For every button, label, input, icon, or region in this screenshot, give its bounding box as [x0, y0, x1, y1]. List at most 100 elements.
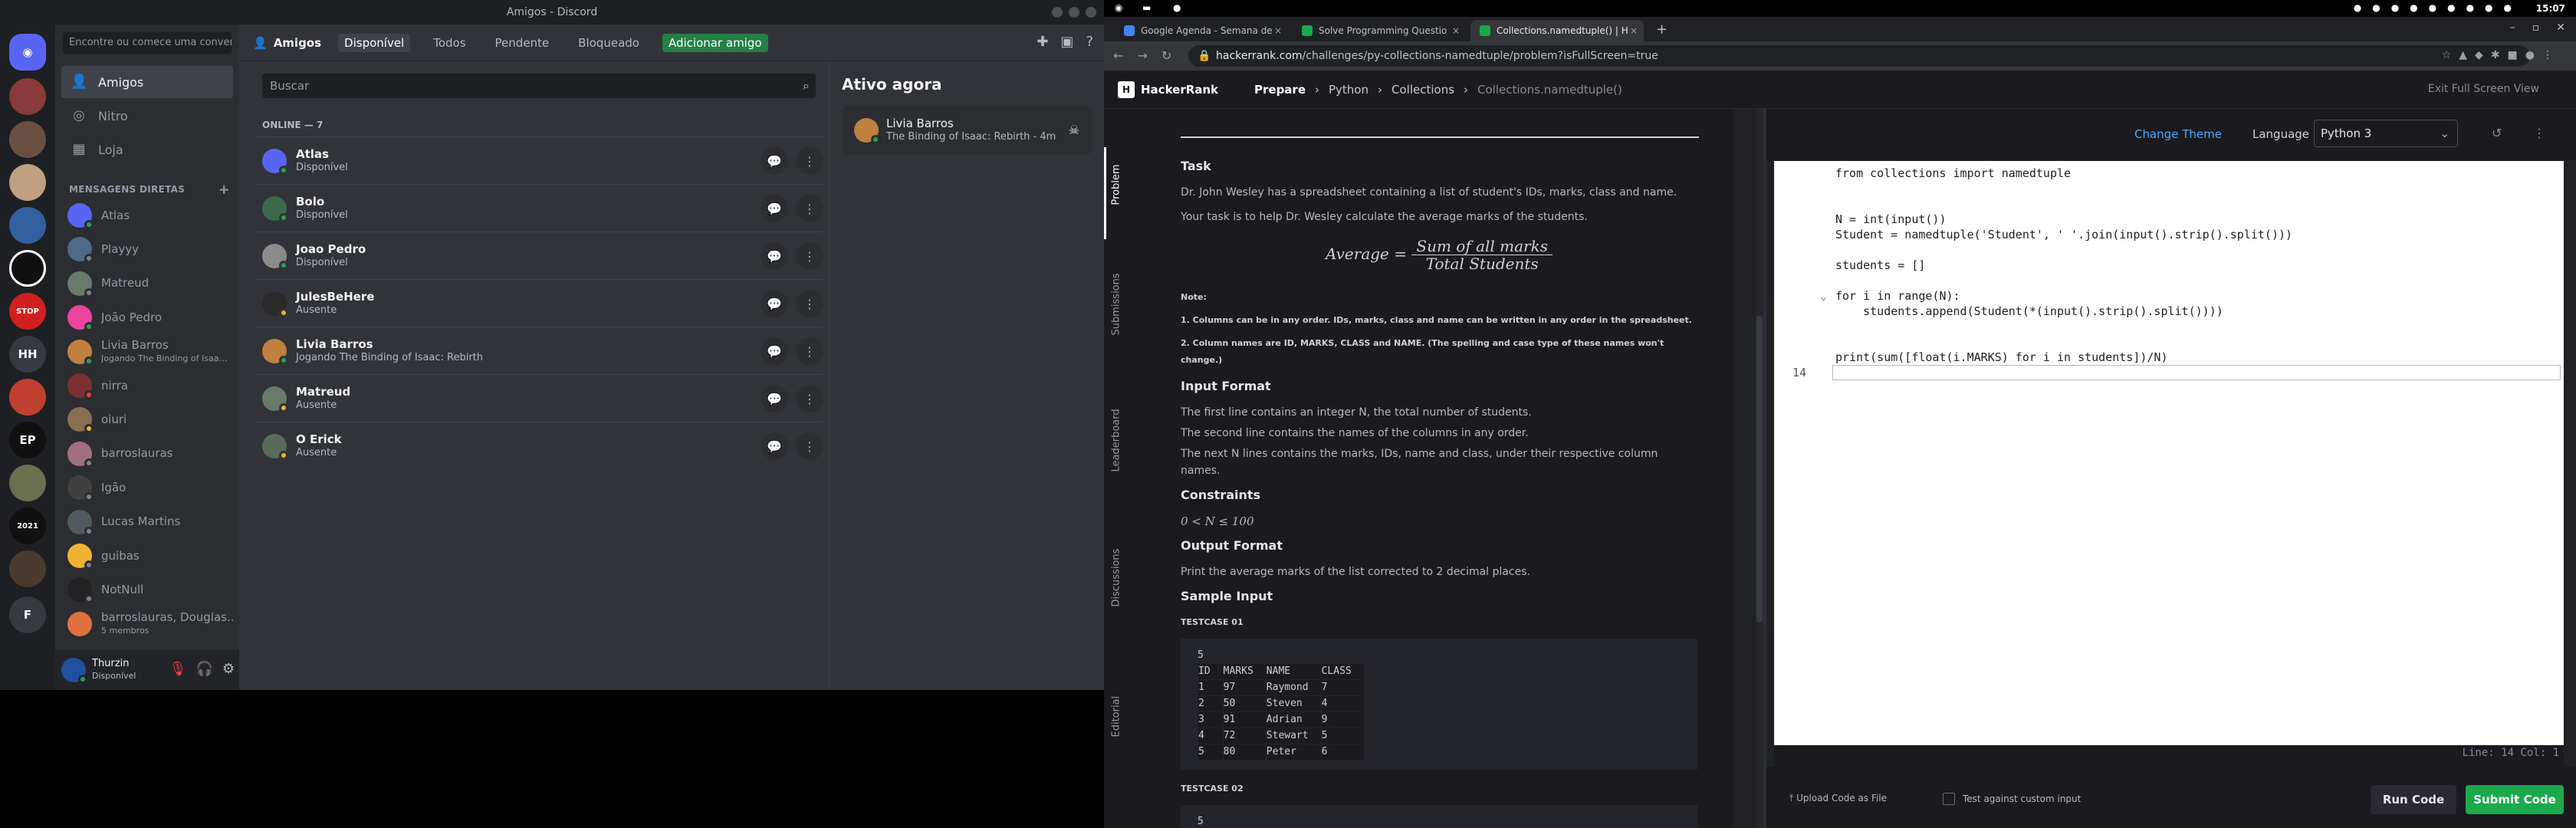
dm-item[interactable]: Matreud — [61, 268, 233, 300]
tab-problem[interactable]: Problem — [1111, 164, 1122, 205]
server-icon[interactable] — [9, 207, 46, 244]
app-menu-icon[interactable]: ◉ — [1115, 2, 1122, 13]
nav-friends[interactable]: 👤 Amigos — [61, 66, 233, 98]
close-button[interactable] — [1086, 7, 1096, 18]
server-icon[interactable] — [9, 465, 46, 501]
dm-item[interactable]: barroslauras — [61, 438, 233, 470]
inbox-icon[interactable]: ▣ — [1060, 34, 1073, 50]
help-icon[interactable]: ? — [1086, 34, 1093, 50]
add-friend-button[interactable]: Adicionar amigo — [662, 33, 768, 52]
dm-item[interactable]: Playyy — [61, 233, 233, 265]
dm-item[interactable]: guibas — [61, 540, 233, 572]
headphones-icon[interactable]: 🎧 — [196, 661, 212, 677]
close-button[interactable]: ✕ — [2556, 21, 2565, 34]
minimize-button[interactable] — [1052, 7, 1063, 18]
friend-row[interactable]: JulesBeHere Ausente 💬 ⋮ — [255, 279, 823, 327]
dm-item[interactable]: Livia Barros Jogando The Binding of Isaac… — [61, 336, 233, 368]
discord-home-icon[interactable]: ◉ — [9, 34, 46, 71]
server-icon[interactable] — [9, 121, 46, 158]
server-icon[interactable]: STOP — [9, 293, 46, 330]
message-icon[interactable]: 💬 — [761, 195, 788, 222]
more-icon[interactable]: ⋮ — [796, 242, 823, 270]
history-icon[interactable]: ↺ — [2492, 126, 2502, 140]
more-icon[interactable]: ⋮ — [796, 432, 823, 460]
server-icon[interactable] — [9, 250, 46, 287]
plus-icon[interactable]: + — [219, 182, 230, 198]
maximize-button[interactable]: ▫ — [2532, 21, 2540, 34]
code-line[interactable] — [1832, 365, 2561, 380]
submit-code-button[interactable]: Submit Code — [2466, 785, 2564, 814]
server-icon[interactable] — [9, 379, 46, 416]
code-editor[interactable]: from collections import namedtuple N = in… — [1774, 161, 2564, 745]
server-icon[interactable] — [9, 550, 46, 587]
code-line[interactable]: for i in range(N): — [1835, 288, 1960, 304]
tab-online[interactable]: Disponível — [338, 33, 411, 52]
run-code-button[interactable]: Run Code — [2371, 785, 2456, 814]
browser-tab[interactable]: Google Agenda - Semana de × — [1115, 20, 1288, 41]
breadcrumb-prepare[interactable]: Prepare — [1254, 83, 1306, 97]
dm-item[interactable]: João Pedro — [61, 301, 233, 334]
code-line[interactable]: Student = namedtuple('Student', ' '.join… — [1835, 227, 2292, 242]
minimize-button[interactable]: – — [2510, 21, 2515, 34]
hackerrank-logo[interactable]: H HackerRank — [1118, 81, 1218, 98]
code-line[interactable]: from collections import namedtuple — [1835, 166, 2071, 181]
gear-icon[interactable]: ⚙ — [222, 661, 235, 677]
tab-blocked[interactable]: Bloqueado — [572, 34, 646, 52]
close-tab-icon[interactable]: × — [1274, 25, 1282, 36]
back-icon[interactable]: ← — [1113, 48, 1123, 63]
reload-icon[interactable]: ↻ — [1162, 48, 1171, 63]
nav-nitro[interactable]: ◎ Nitro — [61, 100, 233, 132]
close-tab-icon[interactable]: × — [1630, 25, 1638, 36]
more-icon[interactable]: ⋮ — [796, 195, 823, 222]
friend-row[interactable]: Matreud Ausente 💬 ⋮ — [255, 374, 823, 422]
extension-icons[interactable]: ☆▲◆✱■●⋮ — [2442, 49, 2561, 61]
server-icon[interactable]: EP — [9, 422, 46, 458]
mute-mic-icon[interactable]: 🎙 — [169, 661, 187, 677]
friend-search-input[interactable]: Buscar ⌕ — [262, 74, 816, 98]
friend-row[interactable]: Joao Pedro Disponível 💬 ⋮ — [255, 232, 823, 279]
browser-tab-active[interactable]: Collections.namedtuple() | H × — [1470, 20, 1644, 41]
message-icon[interactable]: 💬 — [761, 385, 788, 412]
breadcrumb-collections[interactable]: Collections — [1392, 83, 1454, 97]
browser-tab[interactable]: Solve Programming Questio × — [1293, 20, 1466, 41]
server-icon[interactable] — [9, 164, 46, 201]
new-group-dm-icon[interactable]: ✚ — [1037, 34, 1048, 50]
new-tab-button[interactable]: + — [1656, 21, 1668, 38]
dm-item[interactable]: Lucas Martins — [61, 506, 233, 538]
message-icon[interactable]: 💬 — [761, 242, 788, 270]
custom-input-checkbox[interactable]: Test against custom input — [1943, 793, 2081, 805]
fold-arrow-icon[interactable]: ⌄ — [1820, 288, 1827, 304]
dm-item[interactable]: Igão — [61, 472, 233, 504]
server-icon[interactable]: F — [9, 596, 46, 633]
checkbox-icon[interactable] — [1943, 793, 1955, 805]
more-icon[interactable]: ⋮ — [796, 290, 823, 317]
tab-leaderboard[interactable]: Leaderboard — [1111, 409, 1122, 472]
exit-fullscreen-link[interactable]: Exit Full Screen View — [2428, 83, 2539, 95]
upload-code-link[interactable]: ⤒ Upload Code as File — [1789, 793, 1887, 804]
code-line[interactable]: N = int(input()) — [1835, 212, 1947, 227]
conversation-search-input[interactable]: Encontre ou comece uma conver... — [63, 32, 232, 54]
more-icon[interactable]: ⋮ — [796, 385, 823, 412]
message-icon[interactable]: 💬 — [761, 432, 788, 460]
server-icon[interactable]: 2021 — [9, 508, 46, 544]
change-theme-link[interactable]: Change Theme — [2134, 127, 2222, 141]
friend-row[interactable]: Bolo Disponível 💬 ⋮ — [255, 184, 823, 232]
dm-item[interactable]: nirra — [61, 370, 233, 402]
nav-store[interactable]: ▦ Loja — [61, 133, 233, 166]
avatar[interactable] — [61, 658, 87, 684]
more-icon[interactable]: ⋮ — [796, 147, 823, 175]
dm-item[interactable]: barroslauras, Douglas... 5 membros — [61, 608, 233, 640]
friend-row[interactable]: Atlas Disponível 💬 ⋮ — [255, 136, 823, 184]
message-icon[interactable]: 💬 — [761, 290, 788, 317]
code-line[interactable]: students.append(Student(*(input().strip(… — [1835, 304, 2223, 319]
folder-icon[interactable]: ▬ — [1142, 2, 1151, 13]
tab-pending[interactable]: Pendente — [489, 34, 556, 52]
server-icon[interactable] — [9, 78, 46, 115]
friend-row[interactable]: Livia Barros Jogando The Binding of Isaac… — [255, 327, 823, 374]
message-icon[interactable]: 💬 — [761, 147, 788, 175]
more-icon[interactable]: ⋮ — [2533, 126, 2545, 140]
dm-item[interactable]: oiuri — [61, 403, 233, 435]
server-icon[interactable]: HH — [9, 336, 46, 373]
maximize-button[interactable] — [1069, 7, 1079, 18]
forward-icon[interactable]: → — [1137, 48, 1147, 63]
